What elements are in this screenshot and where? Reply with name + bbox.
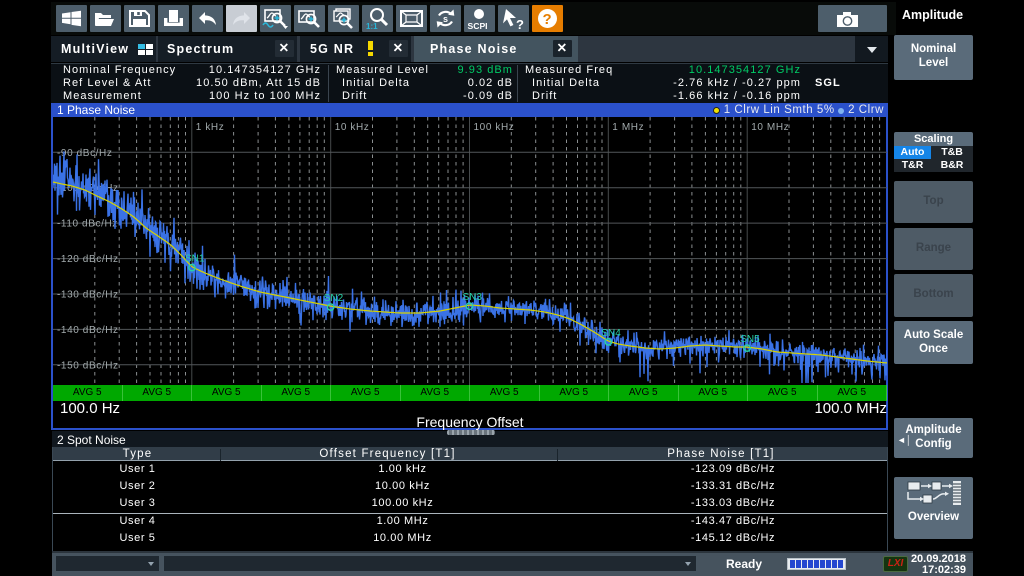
svg-text:-130 dBc/Hz: -130 dBc/Hz: [57, 290, 119, 301]
svg-text:SN5: SN5: [740, 334, 760, 345]
svg-text:10 kHz: 10 kHz: [335, 122, 370, 133]
svg-text:SN3: SN3: [463, 292, 483, 303]
svg-text:-140 dBc/Hz: -140 dBc/Hz: [57, 325, 119, 336]
svg-text:-110 dBc/Hz: -110 dBc/Hz: [57, 219, 118, 230]
svg-text:-120 dBc/Hz: -120 dBc/Hz: [57, 254, 119, 265]
svg-text:100 kHz: 100 kHz: [474, 122, 515, 133]
svg-text:1 kHz: 1 kHz: [196, 122, 225, 133]
svg-text:1 MHz: 1 MHz: [612, 122, 644, 133]
svg-text:-90 dBc/Hz: -90 dBc/Hz: [57, 148, 112, 159]
svg-text:10 MHz: 10 MHz: [751, 122, 789, 133]
svg-text:-150 dBc/Hz: -150 dBc/Hz: [57, 360, 119, 371]
svg-text:SN2: SN2: [324, 293, 344, 304]
svg-text:SN4: SN4: [601, 328, 621, 339]
svg-text:SN1: SN1: [185, 254, 205, 265]
